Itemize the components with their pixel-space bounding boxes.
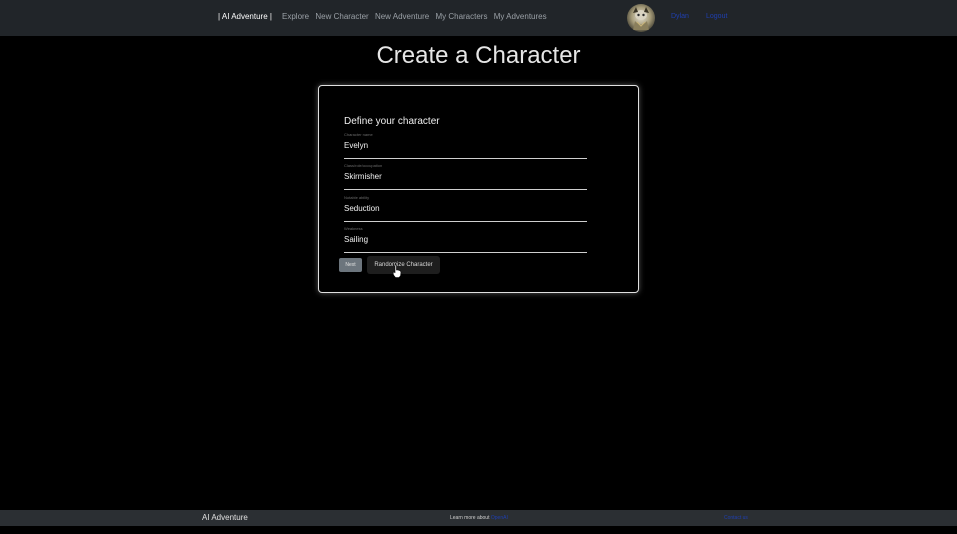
footer-contact-link[interactable]: Contact us (724, 515, 748, 521)
footer-learn-more: Learn more about OpenAI (450, 515, 508, 521)
ability-label: Notable ability (344, 195, 370, 200)
top-navbar: | AI Adventure | Explore New Character N… (0, 0, 957, 36)
footer-brand: AI Adventure (202, 513, 248, 522)
nav-new-adventure[interactable]: New Adventure (375, 12, 429, 21)
character-name-field[interactable]: Character name Evelyn (344, 132, 587, 159)
character-name-label: Character name (344, 132, 373, 137)
user-avatar[interactable] (627, 4, 655, 32)
footer-learn-text: Learn more about (450, 515, 490, 521)
class-field[interactable]: Class/role/occupation Skirmisher (344, 163, 587, 190)
nav-new-character[interactable]: New Character (315, 12, 368, 21)
page-footer: AI Adventure Learn more about OpenAI Con… (0, 510, 957, 526)
character-form-card: Define your character Character name Eve… (318, 85, 639, 293)
character-name-value[interactable]: Evelyn (344, 141, 368, 150)
weakness-value[interactable]: Sailing (344, 235, 368, 244)
nav-my-adventures[interactable]: My Adventures (494, 12, 547, 21)
footer-learn-link[interactable]: OpenAI (491, 515, 508, 521)
class-value[interactable]: Skirmisher (344, 172, 382, 181)
logout-link[interactable]: Logout (706, 13, 727, 20)
avatar-portrait-icon (633, 7, 649, 30)
randomize-character-button[interactable]: Randomize Character (367, 256, 440, 274)
nav-links: Explore New Character New Adventure My C… (282, 12, 551, 21)
weakness-label: Weakness (344, 226, 363, 231)
hand-cursor-icon (392, 264, 402, 278)
next-button[interactable]: Next (339, 258, 362, 272)
user-profile-link[interactable]: Dylan (671, 13, 689, 20)
form-heading: Define your character (344, 116, 440, 127)
class-label: Class/role/occupation (344, 163, 383, 168)
ability-value[interactable]: Seduction (344, 204, 380, 213)
brand-link[interactable]: | AI Adventure | (218, 12, 272, 21)
nav-my-characters[interactable]: My Characters (435, 12, 487, 21)
ability-field[interactable]: Notable ability Seduction (344, 195, 587, 222)
nav-explore[interactable]: Explore (282, 12, 309, 21)
page-title: Create a Character (376, 42, 581, 69)
weakness-field[interactable]: Weakness Sailing (344, 226, 587, 253)
